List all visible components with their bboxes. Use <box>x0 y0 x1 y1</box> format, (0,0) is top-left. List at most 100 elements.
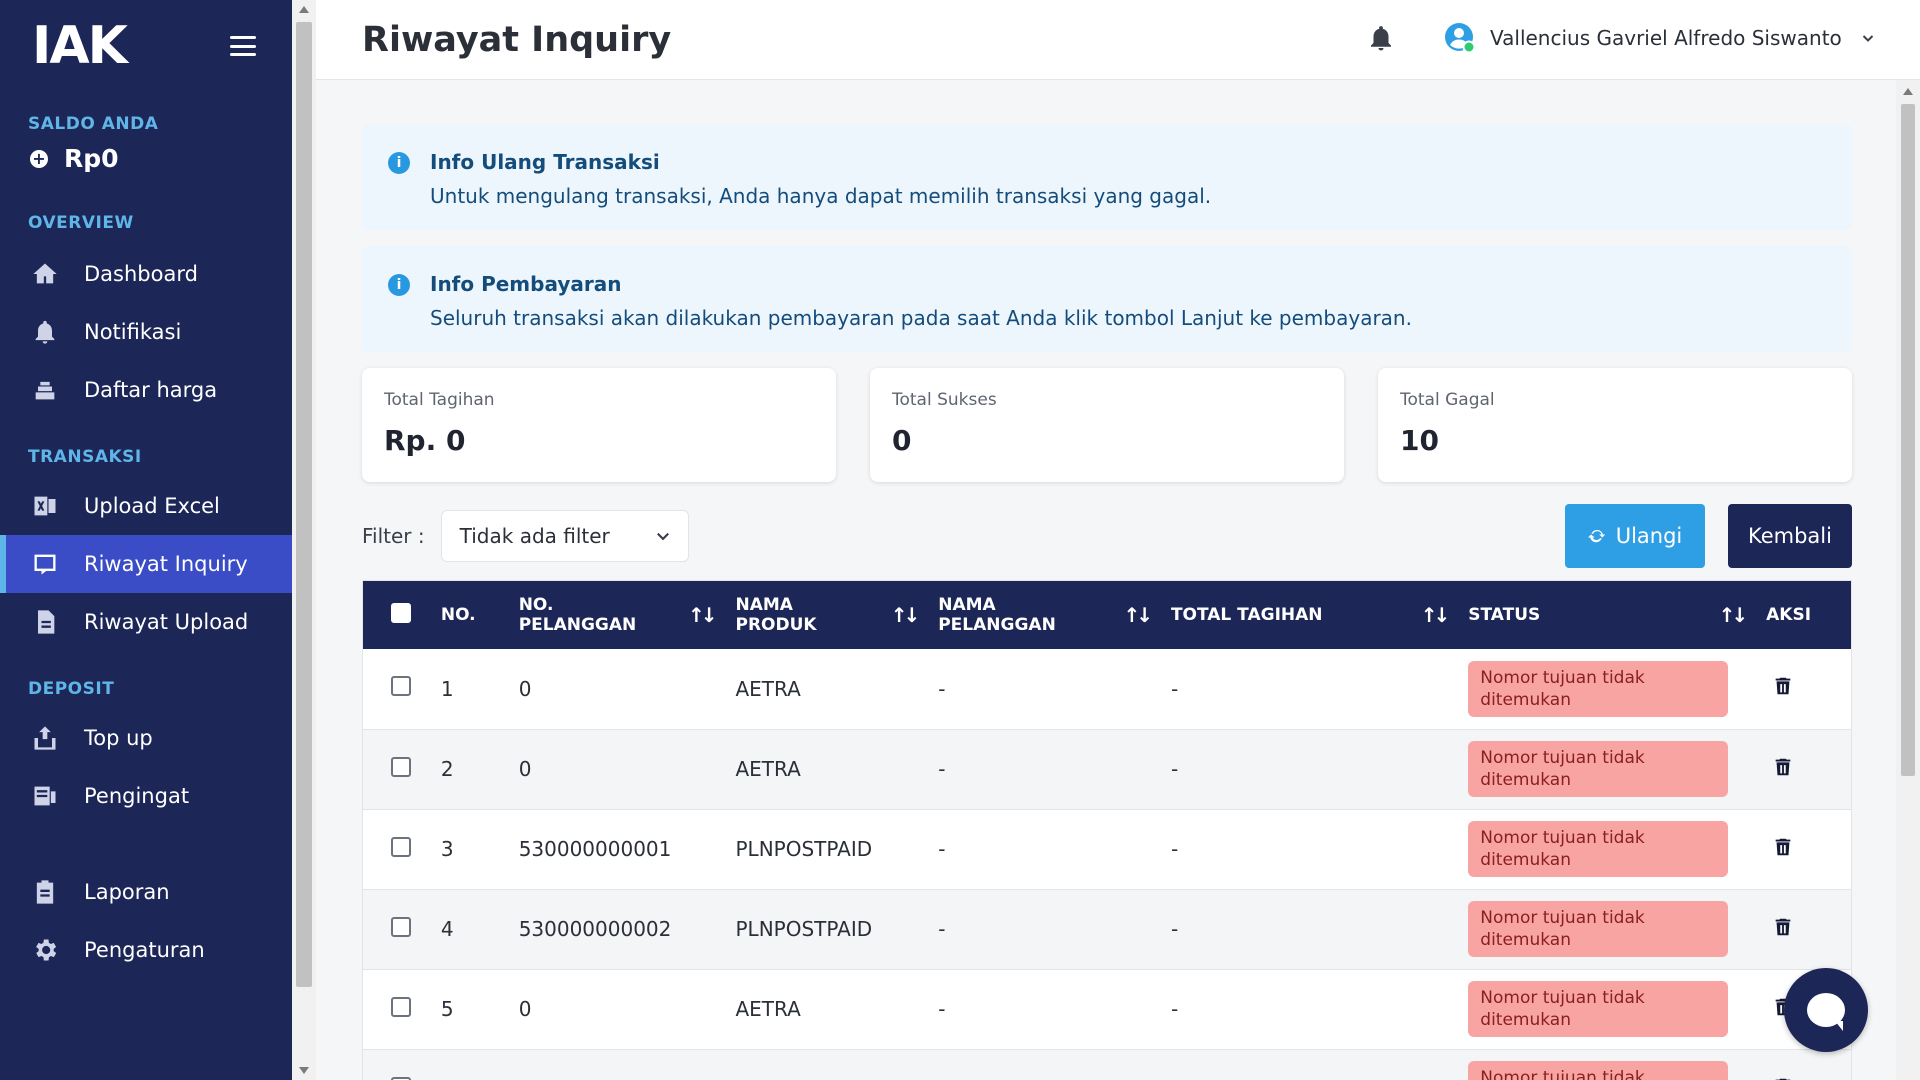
sidebar-item-riwayat-inquiry[interactable]: Riwayat Inquiry <box>0 535 292 593</box>
col-header-total-tagihan[interactable]: TOTAL TAGIHAN ↑↓ <box>1171 581 1468 649</box>
scroll-down-arrow-icon[interactable] <box>299 1067 309 1074</box>
trash-icon[interactable] <box>1772 678 1794 703</box>
kembali-label: Kembali <box>1748 524 1832 548</box>
col-header-label: NAMA PRODUK <box>735 595 817 635</box>
col-header-label: TOTAL TAGIHAN <box>1170 605 1323 625</box>
info-body: Seluruh transaksi akan dilakukan pembaya… <box>430 306 1412 330</box>
bell-icon <box>30 317 60 347</box>
sidebar-item-pengaturan[interactable]: Pengaturan <box>0 921 292 979</box>
sort-icon[interactable]: ↑↓ <box>1421 603 1450 627</box>
trash-icon[interactable] <box>1772 758 1794 784</box>
col-header-nama-produk[interactable]: NAMA PRODUK ↑↓ <box>735 581 938 649</box>
cell-nama-pelanggan: - <box>938 889 1171 970</box>
chevron-down-icon <box>1862 35 1873 42</box>
ulangi-button[interactable]: Ulangi <box>1565 504 1705 568</box>
logo[interactable]: IAK <box>32 16 128 76</box>
chat-icon <box>1807 993 1845 1031</box>
status-badge: Nomor tujuan tidak ditemukan <box>1468 1061 1729 1080</box>
cell-nama-pelanggan: - <box>938 809 1171 890</box>
status-badge: Nomor tujuan tidak ditemukan <box>1468 981 1729 1037</box>
sidebar-item-dashboard[interactable]: Dashboard <box>0 245 292 303</box>
sidebar-item-riwayat-upload[interactable]: Riwayat Upload <box>0 593 292 651</box>
sidebar-item-top-up[interactable]: Top up <box>0 709 292 767</box>
cell-total-tagihan: - <box>1170 729 1469 810</box>
sort-icon[interactable]: ↑↓ <box>891 603 920 627</box>
sort-icon[interactable]: ↑↓ <box>1719 603 1748 627</box>
cell-no <box>440 1049 519 1080</box>
cell-no-pelanggan: 530000000002 <box>518 889 736 970</box>
sort-icon[interactable]: ↑↓ <box>688 603 717 627</box>
add-balance-icon[interactable]: + <box>30 149 48 168</box>
cell-nama-produk: AETRA <box>735 969 939 1050</box>
info-pembayaran: i Info Pembayaran Seluruh transaksi akan… <box>362 246 1852 352</box>
cell-no: 4 <box>440 889 519 970</box>
scroll-up-arrow-icon[interactable] <box>1903 88 1913 95</box>
cell-nama-produk: PLNPOSTPAID <box>735 809 939 890</box>
sidebar-item-upload-excel[interactable]: Upload Excel <box>0 477 292 535</box>
reminder-icon <box>30 781 60 811</box>
sidebar-item-label: Dashboard <box>84 262 198 286</box>
top-header: Riwayat Inquiry Vallencius Gavriel Alfre… <box>316 0 1920 80</box>
trash-icon[interactable] <box>1772 838 1794 864</box>
sort-icon[interactable]: ↑↓ <box>1123 603 1152 627</box>
info-ulang-transaksi: i Info Ulang Transaksi Untuk mengulang t… <box>362 124 1852 230</box>
section-overview-label: OVERVIEW <box>28 213 134 233</box>
chat-button[interactable] <box>1784 968 1868 1052</box>
hamburger-menu-icon[interactable] <box>230 36 256 56</box>
user-name: Vallencius Gavriel Alfredo Siswanto <box>1490 26 1842 50</box>
cell-nama-pelanggan: - <box>938 969 1171 1050</box>
user-menu[interactable]: Vallencius Gavriel Alfredo Siswanto <box>1444 22 1874 54</box>
sidebar-item-daftar-harga[interactable]: Daftar harga <box>0 361 292 419</box>
table-row: 5 0 AETRA - - Nomor tujuan tidak ditemukan <box>363 969 1851 1050</box>
filter-value: Tidak ada filter <box>459 524 610 548</box>
col-header-nama-pelanggan[interactable]: NAMA PELANGGAN ↑↓ <box>938 581 1171 649</box>
sidebar-scrollbar[interactable] <box>292 0 316 1080</box>
cell-total-tagihan: - <box>1170 889 1469 970</box>
stats-row: Total Tagihan Rp. 0 Total Sukses 0 Total… <box>362 368 1852 482</box>
kembali-button[interactable]: Kembali <box>1728 504 1852 568</box>
cell-no-pelanggan: 0 <box>518 729 736 810</box>
table-row: 2 0 AETRA - - Nomor tujuan tidak ditemukan <box>363 729 1851 810</box>
inquiry-icon <box>30 549 60 579</box>
row-checkbox[interactable] <box>391 676 411 697</box>
row-checkbox[interactable] <box>391 916 411 937</box>
stat-label: Total Gagal <box>1400 390 1495 410</box>
refresh-icon <box>1587 529 1605 543</box>
table-row: 4 530000000002 PLNPOSTPAID - - Nomor tujuan t… <box>363 889 1851 970</box>
trash-icon[interactable] <box>1772 918 1794 944</box>
col-header-no: NO. <box>440 605 476 625</box>
filter-select[interactable]: Tidak ada filter <box>440 510 689 562</box>
cell-no: 2 <box>440 729 519 810</box>
row-checkbox[interactable] <box>391 996 411 1017</box>
notification-bell-icon[interactable] <box>1366 22 1398 56</box>
select-all-checkbox[interactable] <box>391 602 411 623</box>
status-badge: Nomor tujuan tidak ditemukan <box>1468 741 1729 797</box>
main-scrollbar[interactable] <box>1896 80 1920 1080</box>
cell-nama-pelanggan: - <box>938 729 1171 810</box>
sidebar-item-notifikasi[interactable]: Notifikasi <box>0 303 292 361</box>
info-body: Untuk mengulang transaksi, Anda hanya da… <box>430 184 1212 208</box>
row-checkbox[interactable] <box>391 1076 411 1080</box>
row-checkbox[interactable] <box>391 756 411 777</box>
scrollbar-thumb[interactable] <box>296 22 312 987</box>
scroll-up-arrow-icon[interactable] <box>299 6 309 13</box>
report-icon <box>30 877 60 907</box>
status-badge: Nomor tujuan tidak ditemukan <box>1468 821 1729 877</box>
sidebar-item-label: Daftar harga <box>84 378 218 402</box>
col-header-status[interactable]: STATUS ↑↓ <box>1468 581 1766 649</box>
col-header-label: NAMA PELANGGAN <box>938 595 1056 635</box>
scrollbar-thumb[interactable] <box>1901 104 1915 776</box>
table-row: 1 0 AETRA - - Nomor tujuan tidak ditemukan <box>363 649 1851 730</box>
table-row: 3 530000000001 PLNPOSTPAID - - Nomor tujuan t… <box>363 809 1851 890</box>
section-deposit-label: DEPOSIT <box>28 679 115 699</box>
sidebar-item-pengingat[interactable]: Pengingat <box>0 767 292 825</box>
col-header-label: STATUS <box>1468 605 1541 625</box>
stat-total-sukses: Total Sukses 0 <box>870 368 1344 482</box>
stat-label: Total Sukses <box>892 390 997 410</box>
sidebar: IAK SALDO ANDA + Rp0 OVERVIEW Dashboard … <box>0 0 292 1080</box>
sidebar-item-laporan[interactable]: Laporan <box>0 863 292 921</box>
stat-total-tagihan: Total Tagihan Rp. 0 <box>362 368 836 482</box>
sidebar-item-label: Pengingat <box>84 784 190 808</box>
col-header-no-pelanggan[interactable]: NO. PELANGGAN ↑↓ <box>519 581 736 649</box>
row-checkbox[interactable] <box>391 836 411 857</box>
